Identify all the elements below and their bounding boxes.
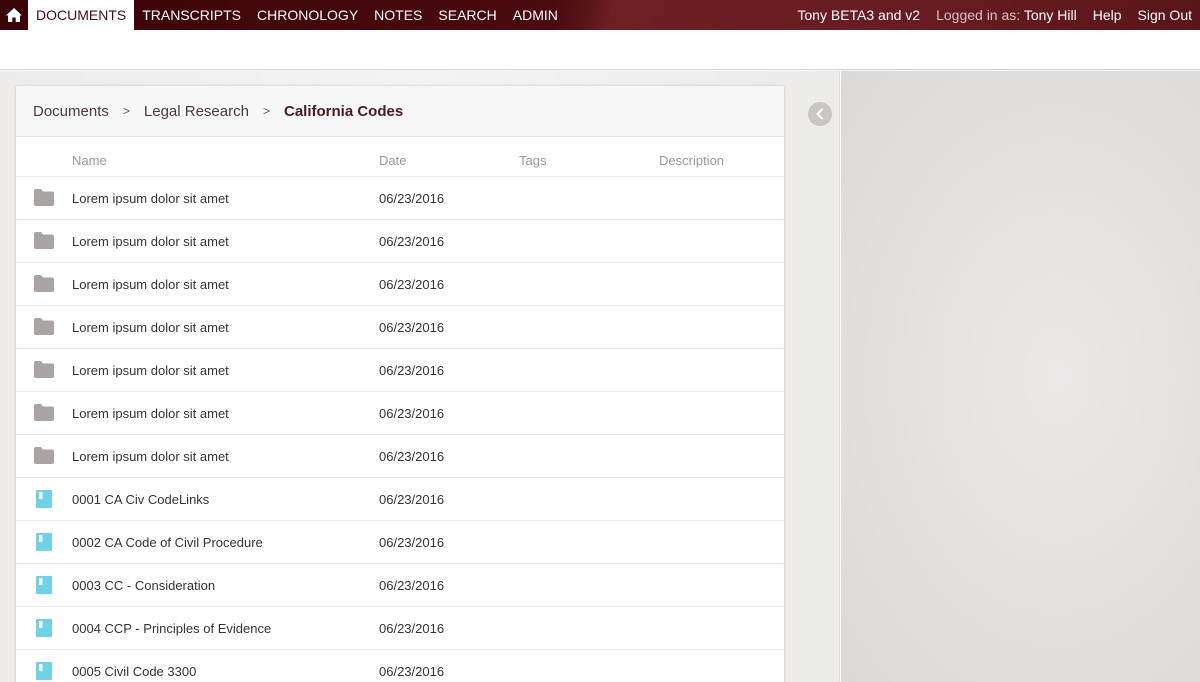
- folder-icon: [34, 232, 54, 250]
- row-name[interactable]: 0005 Civil Code 3300: [72, 664, 196, 679]
- document-icon: [34, 533, 54, 551]
- column-header-date[interactable]: Date: [379, 153, 406, 168]
- table-row[interactable]: Lorem ipsum dolor sit amet 06/23/2016: [16, 263, 784, 306]
- folder-icon: [34, 361, 54, 379]
- document-icon: [36, 576, 52, 594]
- breadcrumb-separator: >: [122, 104, 130, 118]
- sign-out-link[interactable]: Sign Out: [1138, 7, 1192, 23]
- row-name[interactable]: 0002 CA Code of Civil Procedure: [72, 535, 263, 550]
- table-row[interactable]: 0004 CCP - Principles of Evidence 06/23/2…: [16, 607, 784, 650]
- breadcrumb-documents[interactable]: Documents: [33, 103, 109, 120]
- document-table-body: Lorem ipsum dolor sit amet 06/23/2016 Lore…: [16, 177, 784, 682]
- column-header-name[interactable]: Name: [72, 153, 107, 168]
- tab-notes[interactable]: NOTES: [366, 0, 430, 30]
- row-name[interactable]: Lorem ipsum dolor sit amet: [72, 234, 229, 249]
- row-name[interactable]: Lorem ipsum dolor sit amet: [72, 406, 229, 421]
- row-date: 06/23/2016: [379, 191, 445, 206]
- row-name[interactable]: 0003 CC - Consideration: [72, 578, 215, 593]
- table-row[interactable]: Lorem ipsum dolor sit amet 06/23/2016: [16, 220, 784, 263]
- row-name[interactable]: 0004 CCP - Principles of Evidence: [72, 621, 271, 636]
- folder-icon: [34, 189, 54, 207]
- folder-icon: [34, 404, 54, 422]
- breadcrumb-legal-research[interactable]: Legal Research: [144, 103, 249, 120]
- table-row[interactable]: Lorem ipsum dolor sit amet 06/23/2016: [16, 435, 784, 478]
- case-name[interactable]: Tony BETA3 and v2: [797, 7, 920, 23]
- column-header-description[interactable]: Description: [659, 153, 724, 168]
- row-name[interactable]: Lorem ipsum dolor sit amet: [72, 363, 229, 378]
- folder-icon: [34, 318, 54, 335]
- user-name: Tony Hill: [1023, 7, 1077, 23]
- row-name[interactable]: Lorem ipsum dolor sit amet: [72, 320, 229, 335]
- row-date: 06/23/2016: [379, 234, 445, 249]
- breadcrumb-california-codes: California Codes: [283, 102, 404, 120]
- folder-icon: [34, 318, 54, 336]
- tab-chronology[interactable]: CHRONOLOGY: [249, 0, 366, 30]
- folder-icon: [34, 447, 54, 464]
- folder-icon: [34, 275, 54, 293]
- row-name[interactable]: Lorem ipsum dolor sit amet: [72, 277, 229, 292]
- folder-icon: [34, 275, 54, 292]
- row-date: 06/23/2016: [379, 492, 445, 507]
- table-row[interactable]: Lorem ipsum dolor sit amet 06/23/2016: [16, 349, 784, 392]
- row-date: 06/23/2016: [379, 320, 445, 335]
- row-date: 06/23/2016: [379, 363, 445, 378]
- document-icon: [36, 533, 52, 551]
- login-status: Logged in as: Tony Hill: [936, 7, 1077, 23]
- home-button[interactable]: [0, 0, 28, 30]
- column-header-tags[interactable]: Tags: [519, 153, 546, 168]
- help-link[interactable]: Help: [1093, 7, 1122, 23]
- folder-icon: [34, 447, 54, 465]
- collapse-panel-button[interactable]: [808, 102, 832, 126]
- folder-icon: [34, 361, 54, 378]
- row-date: 06/23/2016: [379, 664, 445, 679]
- home-icon: [6, 8, 22, 22]
- breadcrumb: Documents > Legal Research > California …: [16, 86, 784, 137]
- main-tabs: DOCUMENTS TRANSCRIPTS CHRONOLOGY NOTES S…: [28, 0, 566, 30]
- breadcrumb-separator: >: [262, 104, 270, 118]
- top-nav-bar: DOCUMENTS TRANSCRIPTS CHRONOLOGY NOTES S…: [0, 0, 1200, 30]
- logged-in-label: Logged in as:: [936, 7, 1021, 23]
- table-row[interactable]: Lorem ipsum dolor sit amet 06/23/2016: [16, 177, 784, 220]
- table-row[interactable]: 0003 CC - Consideration 06/23/2016: [16, 564, 784, 607]
- table-row[interactable]: Lorem ipsum dolor sit amet 06/23/2016: [16, 392, 784, 435]
- row-name[interactable]: Lorem ipsum dolor sit amet: [72, 449, 229, 464]
- folder-icon: [34, 404, 54, 421]
- row-date: 06/23/2016: [379, 277, 445, 292]
- tab-transcripts[interactable]: TRANSCRIPTS: [134, 0, 249, 30]
- sub-header: [0, 30, 1200, 70]
- row-date: 06/23/2016: [379, 535, 445, 550]
- row-name[interactable]: 0001 CA Civ CodeLinks: [72, 492, 209, 507]
- document-icon: [34, 576, 54, 594]
- document-icon: [36, 662, 52, 680]
- table-header: Name Date Tags Description: [16, 137, 784, 177]
- document-icon: [34, 619, 54, 637]
- row-date: 06/23/2016: [379, 621, 445, 636]
- table-row[interactable]: Lorem ipsum dolor sit amet 06/23/2016: [16, 306, 784, 349]
- table-row[interactable]: 0001 CA Civ CodeLinks 06/23/2016: [16, 478, 784, 521]
- document-icon: [34, 490, 54, 508]
- table-row[interactable]: 0002 CA Code of Civil Procedure 06/23/201…: [16, 521, 784, 564]
- row-date: 06/23/2016: [379, 449, 445, 464]
- folder-icon: [34, 189, 54, 206]
- table-row[interactable]: 0005 Civil Code 3300 06/23/2016: [16, 650, 784, 682]
- tab-search[interactable]: SEARCH: [430, 0, 504, 30]
- user-area: Tony BETA3 and v2 Logged in as: Tony Hil…: [781, 0, 1192, 30]
- chevron-left-icon: [816, 108, 823, 120]
- document-icon: [36, 490, 52, 508]
- tab-admin[interactable]: ADMIN: [505, 0, 566, 30]
- document-icon: [36, 619, 52, 637]
- right-panel: [841, 71, 1200, 682]
- row-date: 06/23/2016: [379, 578, 445, 593]
- document-icon: [34, 662, 54, 680]
- document-list-card: Documents > Legal Research > California …: [16, 86, 784, 682]
- folder-icon: [34, 232, 54, 249]
- row-name[interactable]: Lorem ipsum dolor sit amet: [72, 191, 229, 206]
- row-date: 06/23/2016: [379, 406, 445, 421]
- tab-documents[interactable]: DOCUMENTS: [28, 0, 135, 30]
